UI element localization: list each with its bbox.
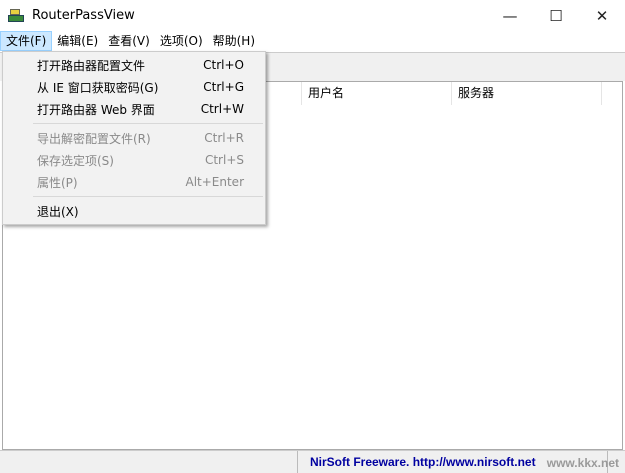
item-label: 打开路由器 Web 界面 — [37, 102, 155, 117]
menu-item-get-ie-password[interactable]: 从 IE 窗口获取密码(G) Ctrl+G — [3, 76, 265, 98]
menu-item-export-decrypted: 导出解密配置文件(R) Ctrl+R — [3, 127, 265, 149]
app-key-icon — [8, 8, 24, 23]
menu-separator — [33, 123, 263, 124]
menu-file[interactable]: 文件(F) — [0, 31, 53, 51]
item-label: 保存选定项(S) — [37, 153, 114, 168]
item-label: 打开路由器配置文件 — [37, 58, 146, 73]
maximize-button[interactable]: ☐ — [533, 0, 579, 31]
window-title: RouterPassView — [32, 8, 135, 23]
menu-options[interactable]: 选项(O) — [155, 31, 208, 51]
menu-item-open-config[interactable]: 打开路由器配置文件 Ctrl+O — [3, 54, 265, 76]
menu-item-exit[interactable]: 退出(X) — [3, 200, 265, 222]
menu-item-open-web-ui[interactable]: 打开路由器 Web 界面 Ctrl+W — [3, 98, 265, 120]
item-label: 从 IE 窗口获取密码(G) — [37, 80, 159, 95]
close-button[interactable]: ✕ — [579, 0, 625, 31]
item-shortcut: Alt+Enter — [185, 175, 244, 189]
item-shortcut: Ctrl+O — [203, 58, 244, 72]
status-pane-left — [0, 451, 298, 473]
menu-view[interactable]: 查看(V) — [103, 31, 155, 51]
item-shortcut: Ctrl+W — [200, 102, 244, 116]
menu-bar: 文件(F) 编辑(E) 查看(V) 选项(O) 帮助(H) — [0, 31, 625, 51]
item-shortcut: Ctrl+S — [204, 153, 244, 167]
menu-item-properties: 属性(P) Alt+Enter — [3, 171, 265, 193]
file-menu-dropdown: 打开路由器配置文件 Ctrl+O 从 IE 窗口获取密码(G) Ctrl+G 打开路… — [2, 51, 266, 225]
minimize-button[interactable]: — — [487, 0, 533, 31]
title-bar: RouterPassView — ☐ ✕ — [0, 0, 625, 31]
menu-help[interactable]: 帮助(H) — [208, 31, 260, 51]
item-label: 退出(X) — [37, 204, 79, 219]
menu-item-save-selected: 保存选定项(S) Ctrl+S — [3, 149, 265, 171]
item-label: 导出解密配置文件(R) — [37, 131, 151, 146]
watermark-url: www.kkx.net — [546, 456, 619, 470]
menu-separator — [33, 196, 263, 197]
item-shortcut: Ctrl+R — [204, 131, 244, 145]
status-bar: NirSoft Freeware. http://www.nirsoft.net — [0, 450, 625, 473]
item-label: 属性(P) — [37, 175, 78, 190]
menu-edit[interactable]: 编辑(E) — [52, 31, 103, 51]
column-header-server[interactable]: 服务器 — [452, 82, 602, 105]
column-header-username[interactable]: 用户名 — [302, 82, 452, 105]
item-shortcut: Ctrl+G — [203, 80, 244, 94]
